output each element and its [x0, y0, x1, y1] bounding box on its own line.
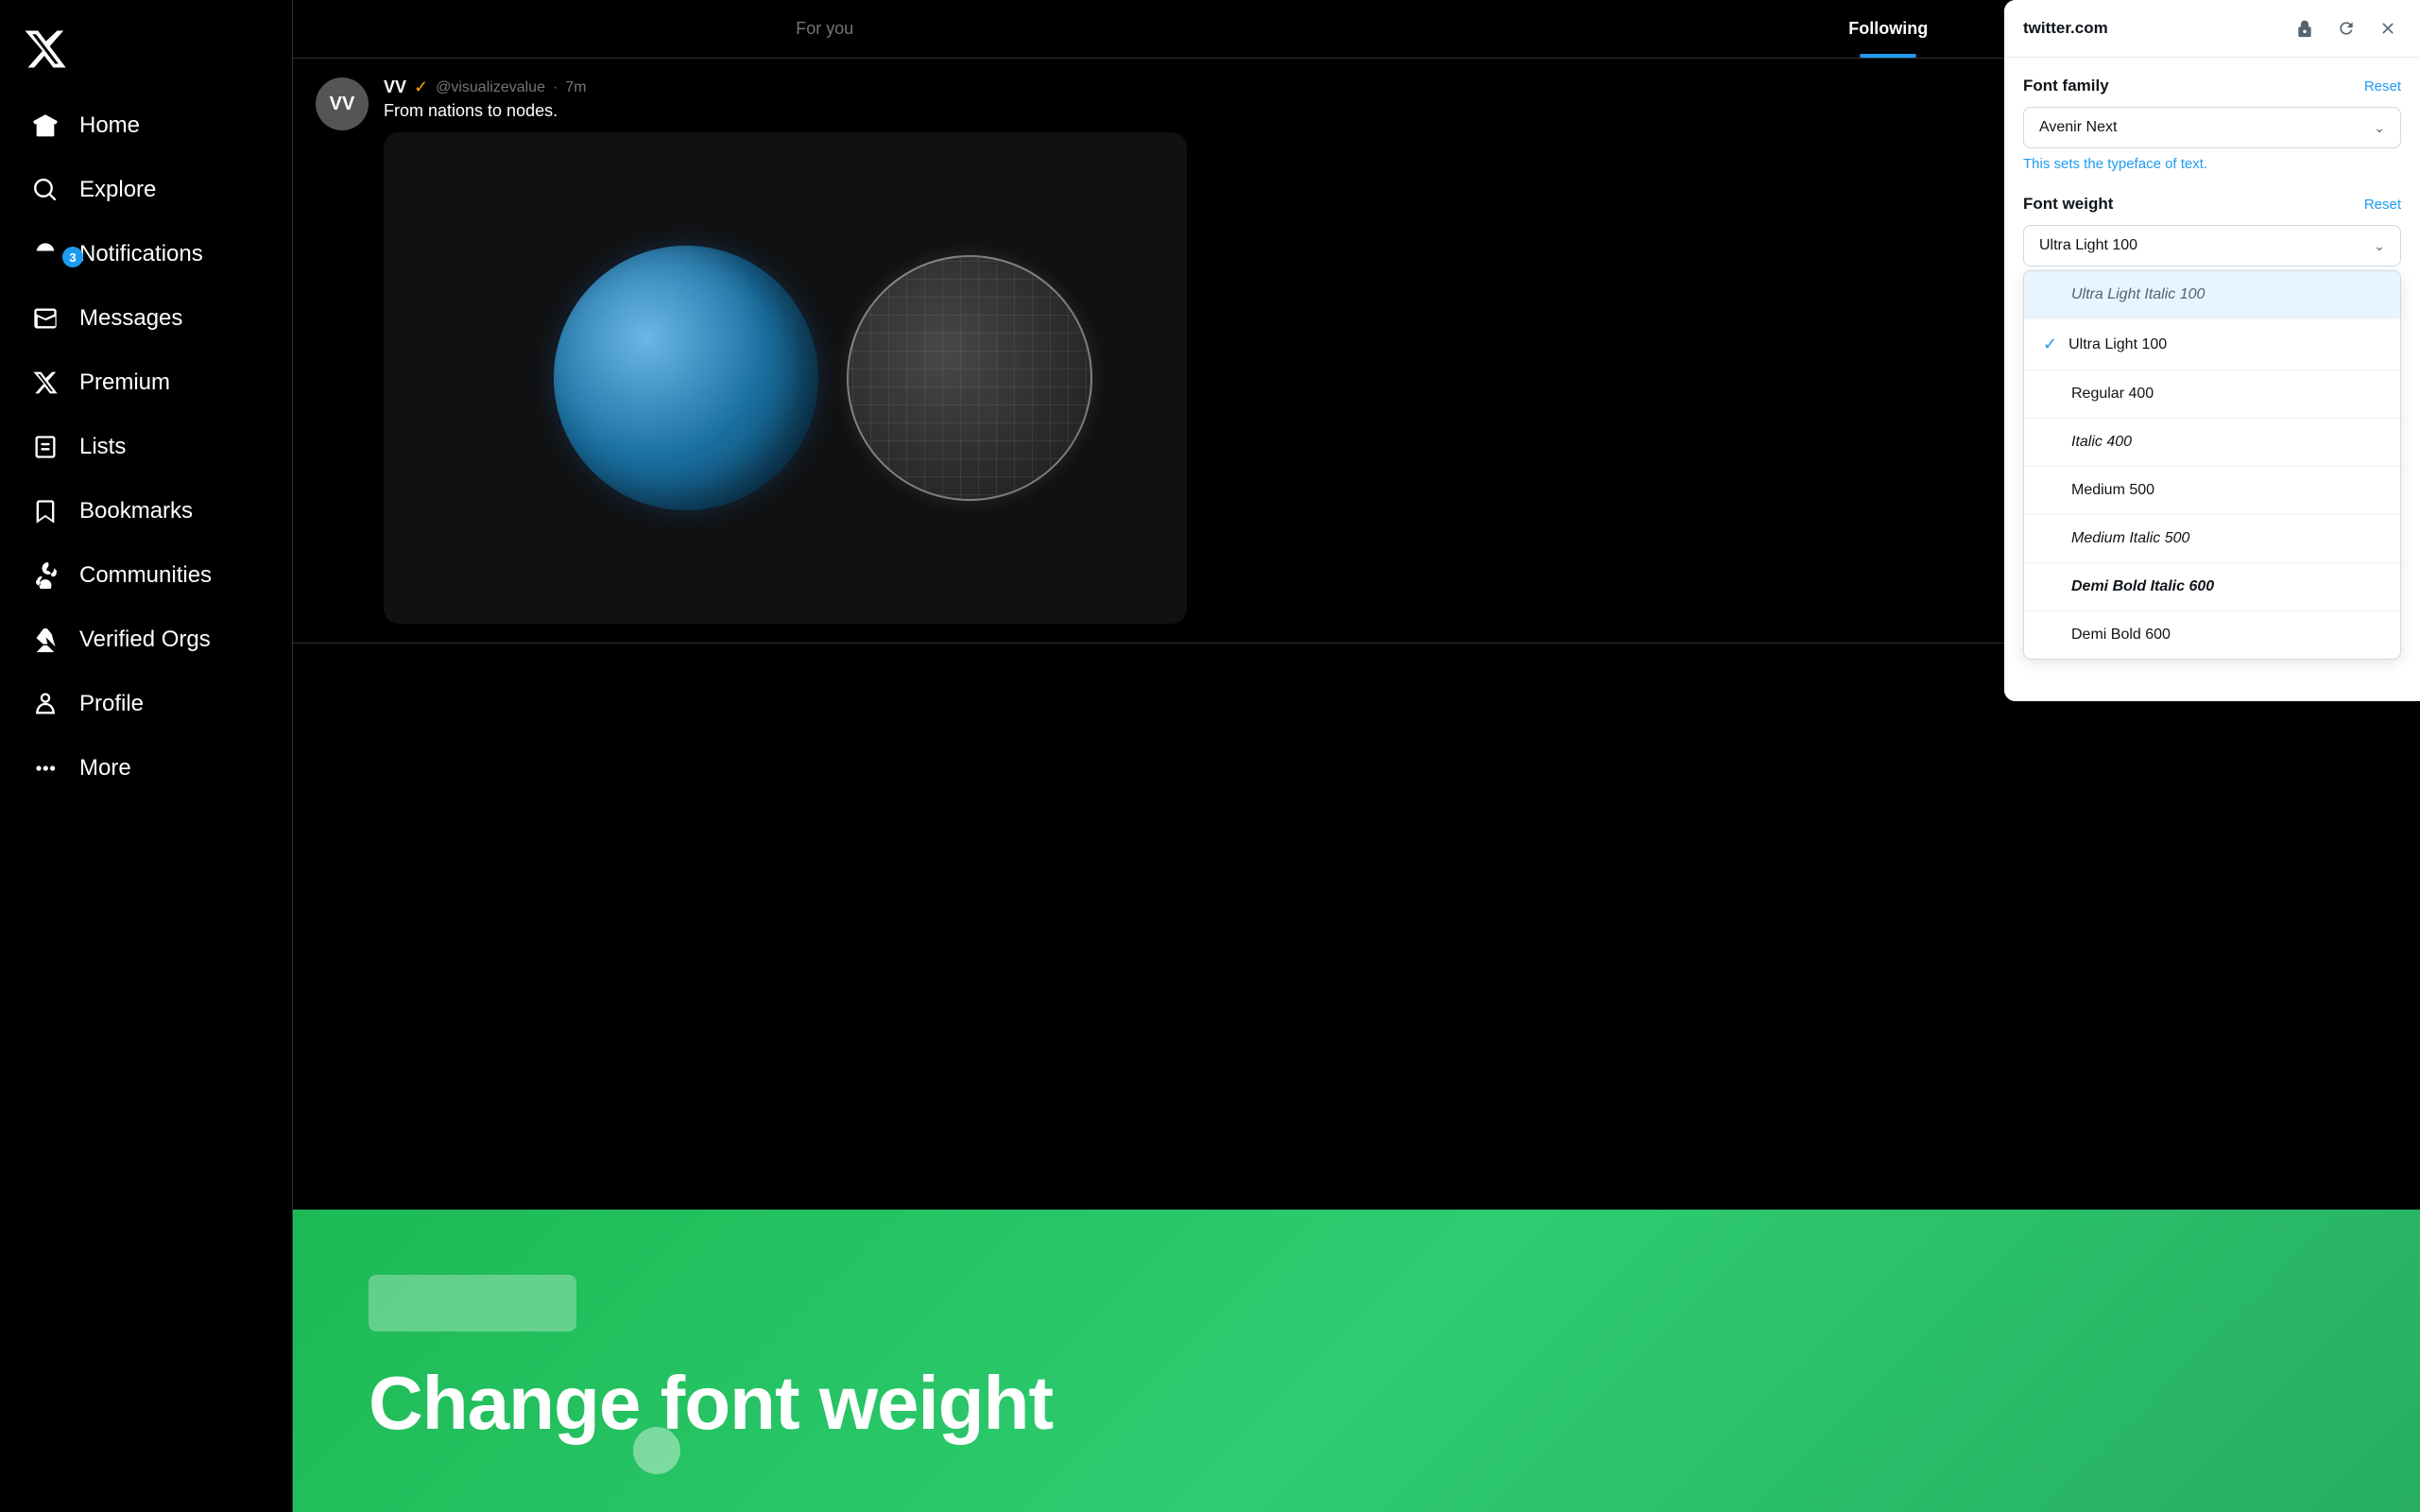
tweet-time-value: 7m — [565, 79, 586, 96]
font-family-header: Font family Reset — [2023, 77, 2401, 95]
font-family-title: Font family — [2023, 77, 2109, 95]
notifications-badge: 3 — [62, 247, 83, 267]
font-weight-select-display[interactable]: Ultra Light 100 ⌄ — [2024, 226, 2400, 266]
font-family-reset-button[interactable]: Reset — [2364, 78, 2401, 94]
bell-icon: 3 — [30, 239, 60, 269]
avatar: VV — [316, 77, 369, 130]
sidebar-notifications-label: Notifications — [79, 241, 203, 267]
dropdown-item-label: Ultra Light Italic 100 — [2071, 286, 2205, 303]
sidebar-item-home[interactable]: Home — [8, 95, 284, 156]
sidebar-item-premium[interactable]: Premium — [8, 352, 284, 413]
browser-popup: twitter.com Font family Reset — [2004, 0, 2420, 701]
verified-badge-icon: ✓ — [414, 77, 428, 97]
dropdown-item-label: Demi Bold 600 — [2071, 627, 2171, 644]
tweet-image — [384, 132, 1187, 624]
popup-body: Font family Reset Avenir Next ⌄ This set… — [2004, 58, 2420, 701]
font-weight-reset-button[interactable]: Reset — [2364, 197, 2401, 213]
font-family-select-display[interactable]: Avenir Next ⌄ — [2024, 108, 2400, 147]
tweet-image-bg — [384, 132, 1187, 624]
font-weight-section: Font weight Reset Ultra Light 100 ⌄ Ultr… — [2023, 195, 2401, 660]
sidebar-item-verified[interactable]: Verified Orgs — [8, 610, 284, 670]
x-premium-icon — [30, 368, 60, 398]
dropdown-item-demi-bold-italic[interactable]: Demi Bold Italic 600 — [2024, 563, 2400, 611]
font-weight-select[interactable]: Ultra Light 100 ⌄ — [2023, 225, 2401, 266]
wire-sphere-image — [847, 255, 1092, 501]
sidebar-item-lists[interactable]: Lists — [8, 417, 284, 477]
sidebar-item-communities[interactable]: Communities — [8, 545, 284, 606]
sidebar-more-label: More — [79, 755, 131, 782]
font-family-select[interactable]: Avenir Next ⌄ — [2023, 107, 2401, 148]
font-family-hint: This sets the typeface of text. — [2023, 156, 2401, 172]
refresh-icon[interactable] — [2333, 15, 2360, 42]
lock-icon[interactable] — [2291, 15, 2318, 42]
person-icon — [30, 689, 60, 719]
sidebar-messages-label: Messages — [79, 305, 182, 332]
popup-domain: twitter.com — [2023, 19, 2108, 38]
banner-dot — [633, 1427, 680, 1474]
earth-image — [554, 246, 818, 510]
sidebar-explore-label: Explore — [79, 177, 156, 203]
bottom-banner: Change font weight — [293, 1210, 2420, 1512]
sidebar-item-notifications[interactable]: 3 Notifications — [8, 224, 284, 284]
dropdown-item-regular[interactable]: Regular 400 — [2024, 370, 2400, 419]
dropdown-item-label: Ultra Light 100 — [2068, 336, 2167, 353]
dropdown-item-demi-bold[interactable]: Demi Bold 600 — [2024, 611, 2400, 659]
tweet-author-name: VV — [384, 77, 406, 97]
banner-top-row — [369, 1275, 2344, 1332]
sidebar-item-profile[interactable]: Profile — [8, 674, 284, 734]
font-family-value: Avenir Next — [2039, 119, 2117, 136]
sidebar-item-more[interactable]: More — [8, 738, 284, 799]
banner-button[interactable] — [369, 1275, 576, 1332]
sidebar-nav: Home Explore 3 Notifications — [0, 95, 292, 1497]
dropdown-item-medium[interactable]: Medium 500 — [2024, 467, 2400, 515]
home-icon — [30, 111, 60, 141]
dropdown-item-label: Demi Bold Italic 600 — [2071, 578, 2214, 595]
sidebar-lists-label: Lists — [79, 434, 126, 460]
tweet-time: · — [553, 79, 558, 96]
banner-layout: Change font weight — [369, 1275, 2344, 1447]
popup-header: twitter.com — [2004, 0, 2420, 58]
x-logo[interactable] — [0, 15, 292, 88]
sidebar-verified-label: Verified Orgs — [79, 627, 211, 653]
dropdown-item-label: Medium Italic 500 — [2071, 530, 2189, 547]
dropdown-item-italic[interactable]: Italic 400 — [2024, 419, 2400, 467]
chevron-down-icon: ⌄ — [2374, 120, 2385, 136]
font-family-section: Font family Reset Avenir Next ⌄ This set… — [2023, 77, 2401, 172]
community-icon — [30, 560, 60, 591]
sidebar-item-explore[interactable]: Explore — [8, 160, 284, 220]
lightning-icon — [30, 625, 60, 655]
tweet-author-handle: @visualizevalue — [436, 79, 545, 96]
sidebar-home-label: Home — [79, 112, 140, 139]
bookmark-icon — [30, 496, 60, 526]
dropdown-item-ultra-light-italic[interactable]: Ultra Light Italic 100 — [2024, 271, 2400, 319]
sidebar-profile-label: Profile — [79, 691, 144, 717]
font-weight-dropdown: Ultra Light Italic 100 ✓ Ultra Light 100… — [2023, 270, 2401, 660]
popup-header-icons — [2291, 15, 2401, 42]
sidebar-bookmarks-label: Bookmarks — [79, 498, 193, 524]
font-weight-header: Font weight Reset — [2023, 195, 2401, 214]
mail-icon — [30, 303, 60, 334]
list-icon — [30, 432, 60, 462]
dropdown-item-ultra-light[interactable]: ✓ Ultra Light 100 — [2024, 319, 2400, 370]
sidebar-item-bookmarks[interactable]: Bookmarks — [8, 481, 284, 541]
checkmark-icon: ✓ — [2043, 335, 2057, 354]
sidebar-premium-label: Premium — [79, 369, 170, 396]
sidebar-item-messages[interactable]: Messages — [8, 288, 284, 349]
dropdown-item-label: Regular 400 — [2071, 386, 2154, 403]
dropdown-item-label: Italic 400 — [2071, 434, 2132, 451]
more-icon — [30, 753, 60, 783]
font-weight-value: Ultra Light 100 — [2039, 237, 2137, 254]
search-icon — [30, 175, 60, 205]
dropdown-item-medium-italic[interactable]: Medium Italic 500 — [2024, 515, 2400, 563]
tab-for-you[interactable]: For you — [293, 0, 1357, 58]
chevron-down-icon-weight: ⌄ — [2374, 238, 2385, 254]
sidebar: Home Explore 3 Notifications — [0, 0, 293, 1512]
close-icon[interactable] — [2375, 15, 2401, 42]
font-weight-title: Font weight — [2023, 195, 2113, 214]
dropdown-item-label: Medium 500 — [2071, 482, 2154, 499]
sidebar-communities-label: Communities — [79, 562, 212, 589]
